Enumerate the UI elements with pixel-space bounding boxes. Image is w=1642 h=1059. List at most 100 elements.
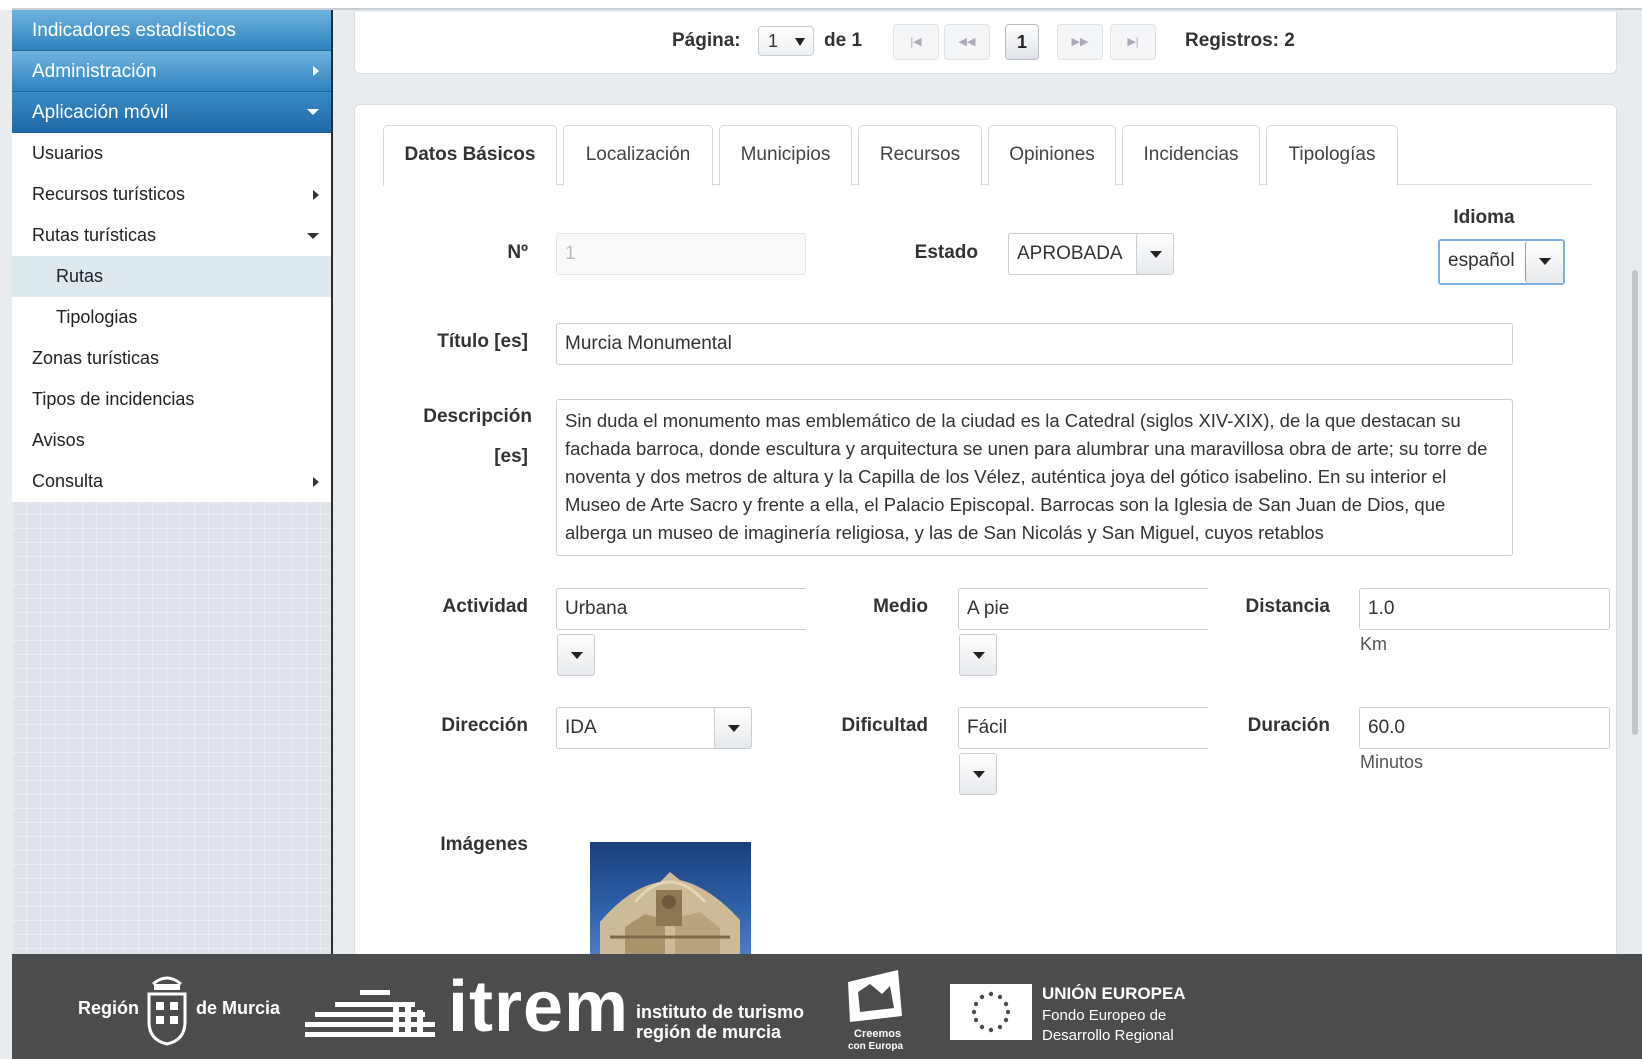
duracion-input[interactable]: 60.0: [1359, 707, 1610, 749]
creemos-text-1: Creemos: [854, 1028, 902, 1040]
route-image-thumbnail[interactable]: [590, 842, 751, 958]
region-text-left: Región: [78, 998, 139, 1018]
sidebar-item-label: Usuarios: [32, 143, 104, 163]
chevron-down-icon: [307, 109, 319, 115]
estado-dropdown-button[interactable]: [1136, 233, 1174, 275]
idioma-combo[interactable]: español: [1438, 239, 1565, 285]
descripcion-label: Descripción: [423, 406, 532, 427]
creemos-text-2: con Europa: [848, 1041, 904, 1052]
sidebar-item-tipologias[interactable]: Tipologias: [12, 297, 331, 338]
sidebar-item-label: Avisos: [32, 430, 85, 450]
direccion-label: Dirección: [441, 715, 528, 736]
tab-municipios[interactable]: Municipios: [719, 125, 852, 186]
tab-incidencias[interactable]: Incidencias: [1122, 125, 1260, 186]
descripcion-lang-label: [es]: [494, 446, 528, 467]
sidebar-item-indicadores-estadisticos[interactable]: Indicadores estadísticos: [12, 10, 331, 51]
dificultad-dropdown-button[interactable]: [959, 753, 997, 795]
current-page-button[interactable]: 1: [1005, 24, 1039, 60]
region-murcia-shield-logo: [147, 976, 187, 1046]
chevron-down-icon: [571, 652, 583, 659]
sidebar-item-label: Zonas turísticas: [32, 348, 160, 368]
tab-opiniones[interactable]: Opiniones: [988, 125, 1116, 186]
top-strip: [0, 0, 1642, 10]
estado-select[interactable]: APROBADA: [1008, 233, 1138, 275]
idioma-select[interactable]: español: [1440, 241, 1528, 283]
tab-tipologias[interactable]: Tipologías: [1266, 125, 1398, 186]
sidebar-item-label: Administración: [32, 61, 157, 82]
sidebar-item-administracion[interactable]: Administración: [12, 51, 331, 92]
sidebar-item-aplicacion-movil[interactable]: Aplicación móvil: [12, 92, 331, 133]
itrem-building-logo: [305, 990, 435, 1037]
num-field: 1: [556, 233, 806, 275]
cathedral-facade-image: [600, 872, 740, 958]
duracion-unit: Minutos: [1360, 752, 1424, 772]
chevron-right-icon: [313, 189, 319, 200]
distancia-label: Distancia: [1245, 596, 1330, 617]
sidebar-item-usuarios[interactable]: Usuarios: [12, 133, 331, 174]
idioma-dropdown-button[interactable]: [1525, 241, 1563, 283]
page-select-value: 1: [768, 31, 779, 51]
footer: Región de Murcia itrem instituto de turi…: [12, 954, 1642, 1059]
page-select[interactable]: 1: [758, 26, 814, 56]
ue-title: UNIÓN EUROPEA: [1042, 984, 1186, 1003]
chevron-down-icon: [728, 725, 740, 732]
page-of-label: de 1: [824, 30, 863, 51]
actividad-label: Actividad: [442, 596, 528, 617]
sidebar-item-tipos-de-incidencias[interactable]: Tipos de incidencias: [12, 379, 331, 420]
medio-dropdown-button[interactable]: [959, 634, 997, 676]
sidebar-item-consulta[interactable]: Consulta: [12, 461, 331, 502]
eu-flag-icon: [950, 984, 1032, 1040]
first-page-button[interactable]: |◀: [893, 24, 939, 60]
sidebar-item-label: Recursos turísticos: [32, 184, 186, 204]
sidebar-item-zonas-turisticas[interactable]: Zonas turísticas: [12, 338, 331, 379]
sidebar-item-label: Tipos de incidencias: [32, 389, 195, 409]
num-label: Nº: [507, 242, 528, 263]
estado-label: Estado: [914, 242, 978, 263]
chevron-down-icon: [1150, 251, 1162, 258]
sidebar-item-label: Aplicación móvil: [32, 102, 169, 123]
tab-recursos[interactable]: Recursos: [858, 125, 982, 186]
distancia-unit: Km: [1360, 634, 1387, 654]
actividad-select[interactable]: Urbana: [556, 588, 806, 630]
ue-subtitle-2: Desarrollo Regional: [1042, 1027, 1174, 1044]
chevron-right-icon: [313, 476, 319, 487]
distancia-input[interactable]: 1.0: [1359, 588, 1610, 630]
last-page-button[interactable]: ▶|: [1110, 24, 1156, 60]
direccion-dropdown-button[interactable]: [714, 707, 752, 749]
sidebar-item-label: Tipologias: [56, 307, 138, 327]
sidebar-item-recursos-turisticos[interactable]: Recursos turísticos: [12, 174, 331, 215]
next-page-button[interactable]: ▶▶: [1057, 24, 1103, 60]
direccion-select[interactable]: IDA: [556, 707, 716, 749]
tab-bar: Datos Básicos Localización Municipios Re…: [383, 125, 1592, 186]
medio-label: Medio: [873, 596, 928, 617]
records-count: Registros: 2: [1185, 30, 1295, 51]
sidebar: Indicadores estadísticos Administración Ap…: [12, 10, 333, 954]
sidebar-item-rutas-turisticas[interactable]: Rutas turísticas: [12, 215, 331, 256]
medio-select[interactable]: A pie: [958, 588, 1208, 630]
vertical-scrollbar[interactable]: [1632, 270, 1638, 735]
dificultad-select[interactable]: Fácil: [958, 707, 1208, 749]
itrem-subtitle-1: instituto de turismo: [636, 1002, 804, 1022]
titulo-label: Título [es]: [437, 331, 528, 352]
tab-localizacion[interactable]: Localización: [563, 125, 713, 186]
sidebar-item-label: Consulta: [32, 471, 104, 491]
page-label: Página:: [672, 30, 741, 51]
ue-subtitle-1: Fondo Europeo de: [1042, 1007, 1167, 1024]
itrem-logo-text: itrem: [448, 967, 630, 1047]
pager-panel: Página: 1 de 1 |◀ ◀◀ 1 ▶▶ ▶| Registros: …: [354, 12, 1617, 74]
chevron-down-icon: [307, 232, 319, 239]
sidebar-item-rutas[interactable]: Rutas: [12, 256, 331, 297]
idioma-label: Idioma: [1453, 207, 1515, 228]
sidebar-item-label: Rutas: [56, 266, 104, 286]
sidebar-item-avisos[interactable]: Avisos: [12, 420, 331, 461]
actividad-dropdown-button[interactable]: [557, 634, 595, 676]
descripcion-textarea[interactable]: Sin duda el monumento mas emblemático de…: [556, 399, 1513, 556]
prev-page-button[interactable]: ◀◀: [944, 24, 990, 60]
dificultad-label: Dificultad: [841, 715, 928, 736]
itrem-subtitle-2: región de murcia: [636, 1022, 782, 1042]
titulo-input[interactable]: Murcia Monumental: [556, 323, 1513, 365]
tab-datos-basicos[interactable]: Datos Básicos: [383, 125, 557, 186]
creemos-europa-logo: [848, 970, 902, 1022]
chevron-down-icon: [795, 38, 805, 46]
region-text-right: de Murcia: [196, 998, 281, 1018]
